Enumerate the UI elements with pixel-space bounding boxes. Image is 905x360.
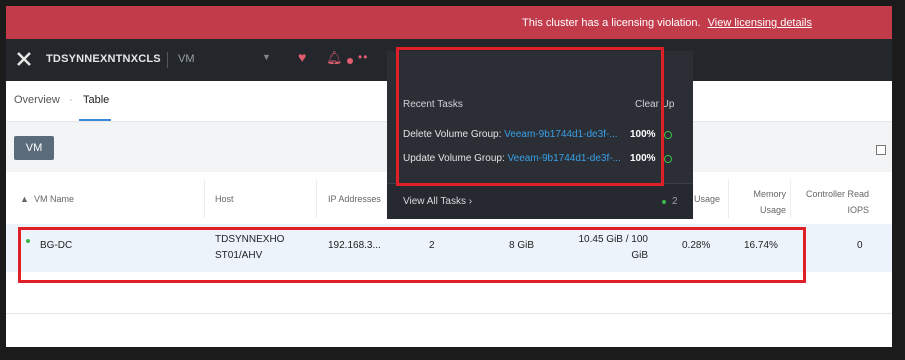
highlight-box-vm-row xyxy=(18,227,806,283)
col-memory-usage[interactable]: Memory Usage xyxy=(742,186,786,218)
alerts-bell-icon[interactable]: 🔔︎ xyxy=(326,50,343,66)
task-success-icon xyxy=(664,131,672,139)
license-banner: This cluster has a licensing violation. … xyxy=(6,6,892,39)
view-all-tasks-link[interactable]: View All Tasks › xyxy=(403,196,472,207)
col-host[interactable]: Host xyxy=(215,194,234,204)
highlight-box-tasks xyxy=(396,47,664,186)
tab-overview[interactable]: Overview xyxy=(14,94,60,106)
task-success-icon xyxy=(664,155,672,163)
view-licensing-link[interactable]: View licensing details xyxy=(708,17,812,29)
col-ip[interactable]: IP Addresses xyxy=(328,194,381,204)
alert-more-dots[interactable]: •• xyxy=(358,50,368,64)
column-divider xyxy=(790,180,791,218)
tab-separator: · xyxy=(69,94,73,106)
vm-read-iops: 0 xyxy=(857,240,863,251)
active-tab-underline xyxy=(79,119,111,121)
alert-indicator-dot xyxy=(347,58,353,64)
column-divider xyxy=(728,180,729,218)
vm-button[interactable]: VM xyxy=(14,136,54,160)
banner-message: This cluster has a licensing violation. xyxy=(522,17,701,29)
tasks-panel-footer: View All Tasks › 2 xyxy=(387,183,693,219)
col-controller-read-iops[interactable]: Controller Read IOPS xyxy=(799,186,869,218)
sort-icon[interactable]: ▲ xyxy=(20,194,29,204)
column-divider xyxy=(316,180,317,218)
app-window: This cluster has a licensing violation. … xyxy=(6,6,892,347)
running-dot xyxy=(662,200,666,204)
running-count: 2 xyxy=(672,196,678,207)
entity-nav-label[interactable]: VM xyxy=(178,53,195,65)
col-vm-name[interactable]: VM Name xyxy=(34,194,74,204)
tab-table[interactable]: Table xyxy=(83,94,109,106)
column-divider xyxy=(204,180,205,218)
nutanix-logo-icon[interactable] xyxy=(16,51,32,67)
select-checkbox[interactable] xyxy=(876,145,886,155)
col-usage[interactable]: Usage xyxy=(694,194,720,204)
divider xyxy=(167,52,168,68)
chevron-down-icon[interactable]: ▼ xyxy=(262,52,271,62)
health-heart-icon[interactable]: ♥ xyxy=(298,49,306,65)
cluster-name[interactable]: TDSYNNEXNTNXCLS xyxy=(46,53,161,65)
